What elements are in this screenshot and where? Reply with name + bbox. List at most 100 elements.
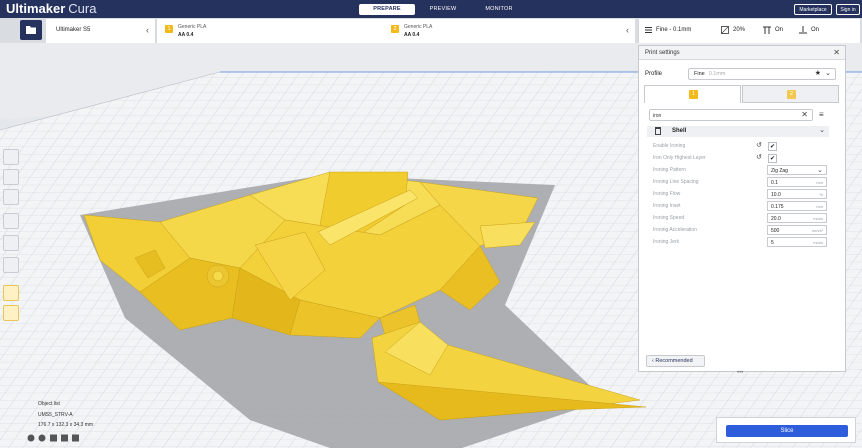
resize-handle[interactable]: ••• [737,370,743,376]
extruder-1-tool-icon[interactable] [3,285,19,301]
setting-label: Ironing Pattern [653,167,686,173]
print-settings-panel: Print settings ✕ Profile Fine 0.1mm ★ ⌄ 1… [638,45,846,376]
adhesion-icon [799,26,807,34]
extruder-badge: 2 [787,90,796,99]
setting-checkbox[interactable]: ✔ [768,142,777,151]
tab-preview[interactable]: PREVIEW [415,4,471,15]
stage-tabs: PREPARE PREVIEW MONITOR [359,4,527,15]
summary-support: On [775,27,784,33]
setting-input[interactable]: 5 mm/s [767,237,827,247]
extruder-badge: 2 [391,25,399,33]
marketplace-button[interactable]: Marketplace [794,4,832,15]
setting-unit: mm [816,204,823,209]
summary-infill: 20% [733,27,746,33]
setting-label: Enable Ironing [653,143,686,149]
category-label: Shell [672,128,687,134]
profile-sub: 0.1mm [708,71,726,77]
recommended-button[interactable]: ‹ Recommended [646,355,705,367]
chevron-left-icon: ‹ [626,25,629,35]
setting-row: Iron Only Highest Layer ↺ ✔ [653,153,829,164]
panel-header: Print settings ✕ [639,46,845,60]
profile-dropdown[interactable]: Fine 0.1mm ★ ⌄ [688,68,836,80]
setting-label: Iron Only Highest Layer [653,155,706,161]
chevron-left-icon: ‹ [146,25,149,35]
per-model-settings-icon[interactable] [3,235,19,251]
setting-row: Enable Ironing ↺ ✔ [653,141,829,152]
setting-input[interactable]: 0.175 mm [767,201,827,211]
summary-adhesion: On [811,27,820,33]
slice-button[interactable]: Slice [726,425,848,437]
view-icon[interactable] [27,433,87,443]
setting-value: 0.175 [771,204,784,210]
setting-label: Ironing Jerk [653,239,680,245]
setting-input[interactable]: 10.0 % [767,189,827,199]
setting-checkbox[interactable]: ✔ [768,154,777,163]
app-brand: Ultimaker Cura [6,1,97,16]
tab-prepare[interactable]: PREPARE [359,4,415,15]
setting-value: 5 [771,240,774,246]
setting-value: 500 [771,228,780,234]
scale-icon[interactable] [3,169,19,185]
rotate-icon[interactable] [3,189,19,205]
support-icon [763,26,771,34]
object-list-header[interactable]: Object list [38,401,60,407]
setting-unit: mm/s² [811,228,823,233]
object-info: Object list UMS5_STRV-A 176.7 x 132.3 x … [27,395,137,445]
close-icon[interactable]: ✕ [833,48,840,57]
setting-label: Ironing Acceleration [653,227,697,233]
panel-title: Print settings [645,50,680,56]
setting-input[interactable]: 500 mm/s² [767,225,827,235]
extruder-2-tool-icon[interactable] [3,305,19,321]
clear-search-icon[interactable]: ✕ [801,110,808,119]
setting-label: Ironing Flow [653,191,681,197]
setting-row: Ironing Jerk 5 mm/s [653,237,829,248]
app-header: Ultimaker Cura PREPARE PREVIEW MONITOR Ma… [0,0,862,18]
mirror-icon[interactable] [3,213,19,229]
extruder-badge: 1 [165,25,173,33]
support-blocker-icon[interactable] [3,257,19,273]
setting-label: Ironing Inset [653,203,681,209]
chevron-down-icon: ⌄ [825,70,831,77]
setting-dropdown[interactable]: Zig Zag ⌄ [767,165,827,175]
setting-unit: mm/s [813,216,823,221]
setting-label: Ironing Line Spacing [653,179,699,185]
machine-name: Ultimaker S5 [56,27,91,33]
setting-value: Zig Zag [771,168,788,174]
settings-search-input[interactable]: iron ✕ [649,109,813,121]
setting-input[interactable]: 0.1 mm [767,177,827,187]
extruder-material: Generic PLA [178,24,207,30]
object-dimensions: 176.7 x 132.3 x 34.3 mm [38,422,94,428]
profile-value: Fine [694,71,705,77]
shell-icon [655,127,661,135]
tab-extruder-1[interactable]: 1 [644,85,741,103]
extruder-selector[interactable]: 1 Generic PLA AA 0.4 2 Generic PLA AA 0.… [157,19,635,43]
setting-unit: mm [816,180,823,185]
profile-icon [645,27,652,33]
reset-icon[interactable]: ↺ [756,141,762,149]
star-icon[interactable]: ★ [815,69,821,77]
chevron-down-icon: ⌄ [819,127,825,134]
setting-unit: % [819,192,823,197]
profile-label: Profile [645,71,663,77]
extruder-core: AA 0.4 [404,32,420,38]
tab-extruder-2[interactable]: 2 [742,85,839,103]
print-settings-summary[interactable]: Fine - 0.1mm 20% On On [638,19,860,43]
infill-icon [721,26,729,34]
setting-row: Ironing Acceleration 500 mm/s² [653,225,829,236]
reset-icon[interactable]: ↺ [756,153,762,161]
setting-row: Ironing Pattern Zig Zag ⌄ [653,165,829,176]
recommended-label: Recommended [655,358,693,364]
chevron-down-icon: ⌄ [817,167,823,174]
tab-monitor[interactable]: MONITOR [471,4,527,15]
open-file-button[interactable] [20,20,42,40]
setting-input[interactable]: 20.0 mm/s [767,213,827,223]
setting-row: Ironing Line Spacing 0.1 mm [653,177,829,188]
object-file-name: UMS5_STRV-A [38,412,73,418]
setting-row: Ironing Inset 0.175 mm [653,201,829,212]
category-shell[interactable]: Shell ⌄ [647,126,829,137]
signin-button[interactable]: Sign in [836,4,860,15]
menu-icon[interactable]: ≡ [819,110,824,119]
machine-selector[interactable]: Ultimaker S5 ‹ [46,19,156,43]
summary-profile: Fine - 0.1mm [656,27,692,33]
translate-icon[interactable] [3,149,19,165]
